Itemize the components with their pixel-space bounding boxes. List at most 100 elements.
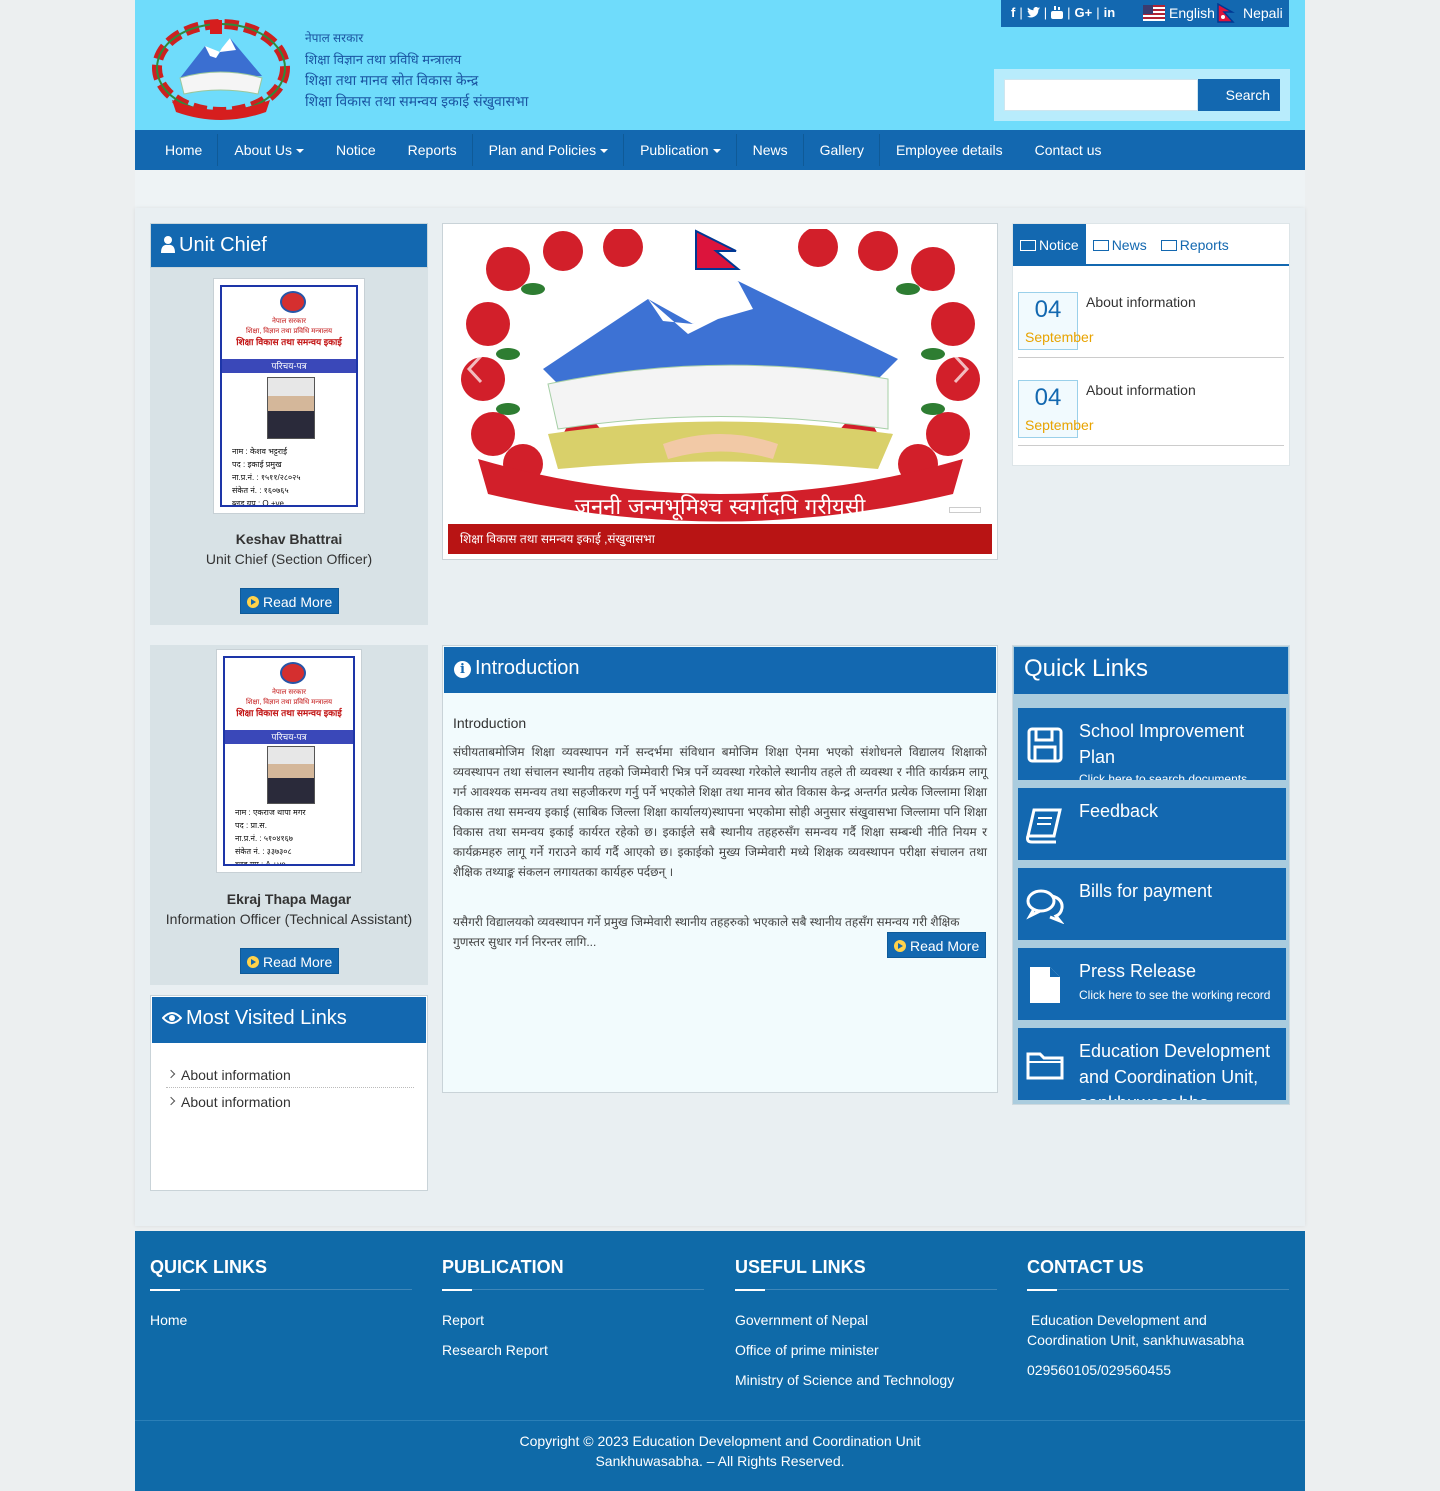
tab-reports[interactable]: Reports — [1154, 224, 1236, 264]
idcard-header-line: शिक्षा, विज्ञान तथा प्रविधि मन्त्रालय — [245, 699, 333, 706]
slider-next-arrow[interactable] — [951, 354, 971, 384]
idcard-details: नाम : एकराज थापा मगर पद : प्रा.स. ना.प्र… — [235, 806, 306, 864]
nav-reports[interactable]: Reports — [392, 130, 473, 170]
footer-link-govt-nepal[interactable]: Government of Nepal — [735, 1310, 997, 1330]
footer-contact-address: Education Development and Coordination U… — [1027, 1312, 1245, 1348]
linkedin-icon[interactable]: in — [1104, 5, 1116, 20]
notice-month: September — [1025, 329, 1094, 345]
nav-plan-label: Plan and Policies — [488, 142, 597, 158]
nav-notice[interactable]: Notice — [320, 130, 392, 170]
quick-link-subtitle: Click here to search documents — [1079, 772, 1248, 780]
quick-link-bills-for-payment[interactable]: Bills for payment — [1018, 868, 1286, 940]
notice-month: September — [1025, 417, 1094, 433]
nepal-emblem-logo[interactable] — [150, 16, 292, 120]
quick-links-header: Quick Links — [1014, 647, 1288, 694]
notice-day: 04 — [1034, 384, 1062, 411]
lang-english-label: English — [1169, 5, 1215, 21]
footer-link-research-report[interactable]: Research Report — [442, 1340, 704, 1360]
nav-home-label: Home — [165, 142, 203, 158]
info-officer-title: Information Officer (Technical Assistant… — [165, 911, 413, 927]
govt-line-2: शिक्षा विज्ञान तथा प्रविधि मन्त्रालय — [305, 52, 462, 67]
caret-down-icon — [295, 149, 304, 154]
unit-chief-read-more-button[interactable]: Read More — [240, 588, 340, 614]
idcard-row: पद : प्रा.स. — [235, 821, 267, 830]
nav-employee-details[interactable]: Employee details — [880, 130, 1019, 170]
quick-link-school-improvement-plan[interactable]: School Improvement Plan Click here to se… — [1018, 708, 1286, 780]
idcard-row: ना.प्र.नं. : ५१०४१६७ — [235, 834, 293, 843]
notice-item[interactable]: 04 September About information — [1018, 380, 1284, 446]
tab-news[interactable]: News — [1086, 224, 1154, 264]
info-officer-read-more-button[interactable]: Read More — [240, 948, 340, 974]
quick-link-education-unit[interactable]: Education Development and Coordination U… — [1018, 1028, 1286, 1100]
idcard-row: नाम : एकराज थापा मगर — [235, 808, 306, 817]
search-button[interactable]: Search — [1198, 79, 1280, 111]
unit-chief-idcard[interactable]: नेपाल सरकार शिक्षा, विज्ञान तथा प्रविधि … — [213, 278, 365, 514]
introduction-read-more-button[interactable]: Read More — [887, 932, 987, 958]
nav-publication[interactable]: Publication — [624, 130, 737, 170]
comments-icon — [1026, 889, 1064, 924]
quick-links-panel: Quick Links School Improvement Plan Clic… — [1012, 645, 1290, 1105]
unit-chief-panel: Unit Chief नेपाल सरकार शिक्षा, विज्ञान त… — [150, 223, 428, 625]
slider-prev-arrow[interactable] — [465, 354, 485, 384]
most-visited-link[interactable]: About information — [166, 1089, 414, 1115]
footer-link-home[interactable]: Home — [150, 1310, 412, 1330]
footer-useful-links-heading: USEFUL LINKS — [735, 1257, 997, 1291]
unit-chief-title: Unit Chief (Section Officer) — [205, 551, 373, 567]
quick-link-subtitle: Click here to see the working record — [1079, 988, 1271, 1002]
nav-home[interactable]: Home — [149, 130, 219, 170]
quick-link-title: Press Release — [1079, 961, 1197, 981]
twitter-icon[interactable] — [1026, 7, 1040, 18]
notice-title[interactable]: About information — [1086, 294, 1196, 310]
folder-icon — [1026, 1052, 1064, 1080]
notice-item[interactable]: 04 September About information — [1018, 292, 1284, 358]
nav-gallery[interactable]: Gallery — [804, 130, 881, 170]
tab-bar: Notice News Reports — [1013, 224, 1289, 266]
most-visited-heading: Most Visited Links — [186, 1007, 347, 1029]
nav-spacer — [135, 170, 1305, 208]
footer-link-prime-minister[interactable]: Office of prime minister — [735, 1340, 997, 1360]
lang-nepali-link[interactable]: Nepali — [1217, 3, 1283, 23]
nav-contact-us[interactable]: Contact us — [1019, 130, 1118, 170]
play-circle-icon — [894, 940, 906, 952]
info-circle-icon: i — [454, 661, 471, 678]
nav-about-us[interactable]: About Us — [218, 130, 320, 170]
nav-plan-policies[interactable]: Plan and Policies — [473, 130, 625, 170]
nav-news[interactable]: News — [737, 130, 804, 170]
most-visited-link[interactable]: About information — [166, 1062, 414, 1088]
play-circle-icon — [247, 956, 259, 968]
unit-chief-heading: Unit Chief — [179, 234, 267, 256]
youtube-icon[interactable] — [1051, 6, 1064, 19]
introduction-subheading: Introduction — [453, 715, 527, 731]
copyright-line-1: Copyright © 2023 Education Development a… — [519, 1433, 921, 1449]
facebook-icon[interactable]: f — [1011, 5, 1015, 20]
quick-link-title: School Improvement Plan — [1079, 721, 1245, 767]
idcard-row: नाम : केशव भट्टराई — [232, 447, 288, 456]
newspaper-icon — [1020, 240, 1036, 251]
idcard-header-line: नेपाल सरकार — [271, 318, 306, 325]
google-plus-icon[interactable]: G+ — [1075, 5, 1093, 20]
search-input[interactable] — [1004, 79, 1198, 111]
footer-link-ministry-science[interactable]: Ministry of Science and Technology — [735, 1370, 997, 1390]
introduction-heading: Introduction — [475, 657, 580, 679]
lang-english-link[interactable]: English — [1143, 5, 1215, 21]
unit-chief-photo — [267, 377, 315, 439]
tab-notice[interactable]: Notice — [1013, 224, 1086, 264]
quick-link-feedback[interactable]: Feedback — [1018, 788, 1286, 860]
file-icon — [1030, 967, 1060, 1003]
footer-quick-links-heading: QUICK LINKS — [150, 1257, 412, 1291]
info-officer-idcard[interactable]: नेपाल सरकार शिक्षा, विज्ञान तथा प्रविधि … — [216, 649, 362, 873]
notice-day: 04 — [1034, 296, 1062, 323]
tab-news-label: News — [1111, 237, 1147, 253]
notice-title[interactable]: About information — [1086, 382, 1196, 398]
quick-link-press-release[interactable]: Press Release Click here to see the work… — [1018, 948, 1286, 1020]
site-footer: QUICK LINKS Home PUBLICATION Report Rese… — [135, 1231, 1305, 1420]
user-icon — [161, 235, 175, 253]
caret-down-icon — [600, 149, 609, 154]
idcard-band: परिचय-पत्र — [222, 359, 356, 373]
lang-nepali-label: Nepali — [1243, 5, 1283, 21]
slider-indicator[interactable] — [949, 507, 981, 513]
idcard-header-line: शिक्षा विकास तथा समन्वय इकाई — [236, 337, 342, 347]
notice-news-tabs: Notice News Reports 04 September About i… — [1012, 223, 1290, 466]
footer-link-report[interactable]: Report — [442, 1310, 704, 1330]
introduction-excerpt: यसैगरी विद्यालयको व्यवस्थापन गर्ने प्रमु… — [453, 915, 960, 949]
